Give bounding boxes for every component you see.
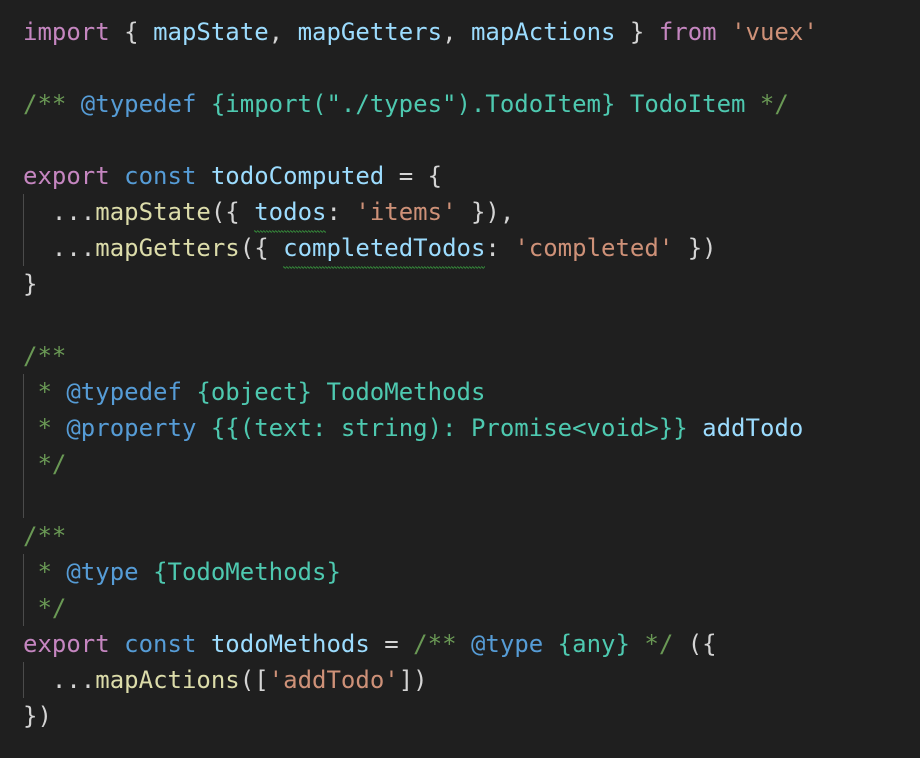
token-const-keyword: const <box>124 162 197 190</box>
code-line-16[interactable]: * @type {TodoMethods} <box>0 554 920 590</box>
token-from-keyword: from <box>658 18 717 46</box>
token-mapactions-call: mapActions <box>95 666 240 694</box>
token-assignment: = { <box>384 162 443 190</box>
token-jsdoc-block-close: */ <box>23 450 67 478</box>
code-line-15[interactable]: /** <box>0 518 920 554</box>
indent-guide <box>23 482 24 518</box>
token-space-1 <box>110 162 124 190</box>
token-open-paren-brace: ({ <box>210 198 255 226</box>
token-spread-operator: ... <box>51 234 96 262</box>
token-type-expression: {TodoMethods} <box>153 558 341 586</box>
token-jsdoc-star: * <box>23 558 67 586</box>
token-spread-operator: ... <box>51 666 96 694</box>
token-inline-type-expression: {any} <box>557 630 630 658</box>
token-type-expression: {object} TodoMethods <box>196 378 486 406</box>
token-const-keyword: const <box>124 630 197 658</box>
token-colon: : <box>485 234 515 262</box>
token-mapstate-call: mapState <box>95 198 211 226</box>
code-line-14-blank[interactable] <box>0 482 920 518</box>
token-space-2 <box>196 630 210 658</box>
token-mapstate: mapState <box>153 18 269 46</box>
code-editor[interactable]: import { mapState, mapGetters, mapAction… <box>0 0 920 758</box>
token-comma-2: , <box>442 18 471 46</box>
token-type-expression: {{(text: string): Promise<void>}} <box>210 414 688 442</box>
token-jsdoc-block-close: */ <box>23 594 67 622</box>
code-line-2-blank[interactable] <box>0 50 920 86</box>
token-addtodo-property: addTodo <box>702 414 804 442</box>
code-line-8[interactable]: } <box>0 266 920 302</box>
code-line-13[interactable]: */ <box>0 446 920 482</box>
token-colon: : <box>326 198 356 226</box>
token-addtodo-string: 'addTodo' <box>268 666 399 694</box>
token-close-brace: } <box>23 270 38 298</box>
token-items-string: 'items' <box>355 198 457 226</box>
token-jsdoc-star: * <box>23 414 67 442</box>
code-line-3[interactable]: /** @typedef {import("./types").TodoItem… <box>0 86 920 122</box>
code-line-1[interactable]: import { mapState, mapGetters, mapAction… <box>0 14 920 50</box>
token-todomethods-name: todoMethods <box>210 630 370 658</box>
token-open-paren-brace: ({ <box>673 630 717 658</box>
token-jsdoc-property: @property <box>66 414 197 442</box>
code-line-18[interactable]: export const todoMethods = /** @type {an… <box>0 626 920 662</box>
token-export-keyword: export <box>23 630 110 658</box>
token-mapgetters: mapGetters <box>297 18 443 46</box>
token-space-2 <box>196 162 210 190</box>
code-surface[interactable]: import { mapState, mapGetters, mapAction… <box>0 14 920 758</box>
token-jsdoc-type: @type <box>66 558 139 586</box>
code-line-5[interactable]: export const todoComputed = { <box>0 158 920 194</box>
code-line-19[interactable]: ...mapActions(['addTodo']) <box>0 662 920 698</box>
code-line-20[interactable]: }) <box>0 698 920 734</box>
token-import-keyword: import <box>23 18 110 46</box>
code-line-10[interactable]: /** <box>0 338 920 374</box>
token-open-paren-bracket: ([ <box>239 666 269 694</box>
token-open-brace: { <box>109 18 154 46</box>
token-jsdoc-block-open: /** <box>23 522 67 550</box>
code-line-6[interactable]: ...mapState({ todos: 'items' }), <box>0 194 920 233</box>
token-inline-comment-close: */ <box>629 630 674 658</box>
code-line-11[interactable]: * @typedef {object} TodoMethods <box>0 374 920 410</box>
code-line-9-blank[interactable] <box>0 302 920 338</box>
token-mapactions: mapActions <box>470 18 616 46</box>
token-completedtodos-key: completedTodos <box>283 230 486 269</box>
token-inline-comment-open: /** <box>413 630 471 658</box>
token-space-1 <box>110 630 124 658</box>
token-space-2 <box>688 414 702 442</box>
token-export-keyword: export <box>23 162 110 190</box>
code-line-7[interactable]: ...mapGetters({ completedTodos: 'complet… <box>0 230 920 269</box>
token-open-paren-brace: ({ <box>239 234 284 262</box>
token-jsdoc-typedef: @typedef <box>66 378 182 406</box>
code-line-12[interactable]: * @property {{(text: string): Promise<vo… <box>0 410 920 446</box>
token-completed-string: 'completed' <box>514 234 674 262</box>
token-todocomputed-name: todoComputed <box>210 162 385 190</box>
code-line-17[interactable]: */ <box>0 590 920 626</box>
token-comment-close: */ <box>745 90 789 118</box>
token-assignment: = <box>369 630 414 658</box>
token-module-string: 'vuex' <box>731 18 818 46</box>
token-close-paren-brace: }) <box>23 702 52 730</box>
token-jsdoc-type: @type <box>470 630 544 658</box>
token-close: }), <box>456 198 515 226</box>
token-close: }) <box>673 234 717 262</box>
token-comment-open: /** <box>23 90 81 118</box>
token-mapgetters-call: mapGetters <box>95 234 240 262</box>
token-type-expression: {import("./types").TodoItem} TodoItem <box>210 90 746 118</box>
token-close: ]) <box>398 666 428 694</box>
token-comma-1: , <box>268 18 298 46</box>
code-line-4-blank[interactable] <box>0 122 920 158</box>
token-jsdoc-typedef: @typedef <box>80 90 197 118</box>
token-jsdoc-block-open: /** <box>23 342 67 370</box>
token-close-brace: } <box>615 18 659 46</box>
token-todos-key: todos <box>254 194 327 233</box>
token-jsdoc-star: * <box>23 378 67 406</box>
token-spread-operator: ... <box>51 198 96 226</box>
